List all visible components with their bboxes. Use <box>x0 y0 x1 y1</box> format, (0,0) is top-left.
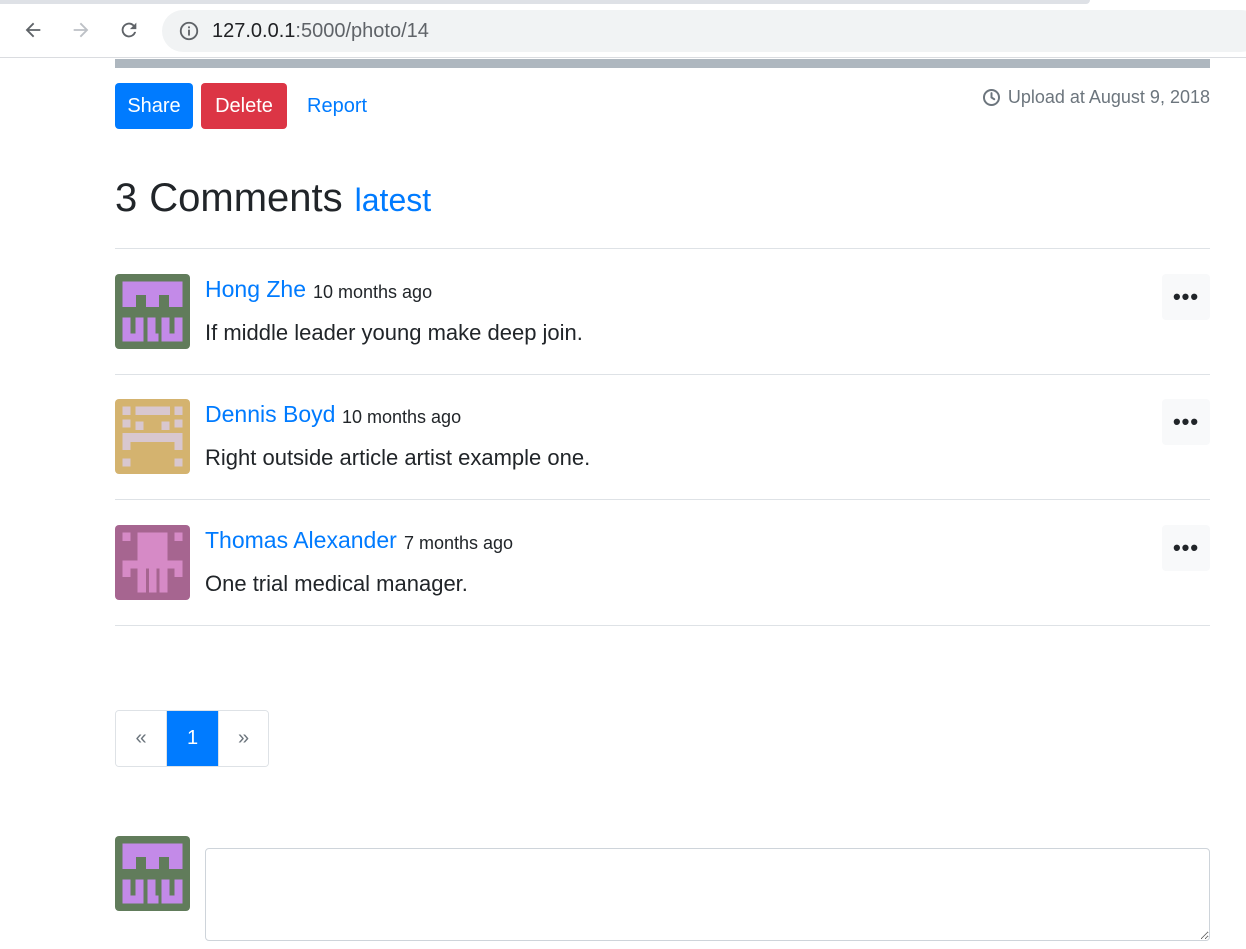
pagination-previous[interactable]: « <box>116 711 166 766</box>
divider <box>115 248 1210 249</box>
arrow-left-icon <box>25 22 41 38</box>
avatar[interactable] <box>115 399 190 474</box>
comment-item: Thomas Alexander 7 months ago One trial … <box>115 525 1210 650</box>
avatar[interactable] <box>115 274 190 349</box>
comment-item: Hong Zhe 10 months ago If middle leader … <box>115 274 1210 399</box>
url-host: 127.0.0.1 <box>212 19 296 42</box>
upload-date-text: Upload at August 9, 2018 <box>1007 87 1210 107</box>
comment-options-button[interactable]: ••• <box>1162 525 1210 571</box>
url-text: 127.0.0.1:5000/photo/14 <box>212 20 429 43</box>
browser-toolbar: 127.0.0.1:5000/photo/14 <box>0 0 1246 58</box>
pagination-page-1[interactable]: 1 <box>166 711 218 766</box>
comment-author[interactable]: Hong Zhe <box>205 276 306 303</box>
sort-latest-link[interactable]: latest <box>355 182 431 219</box>
report-link[interactable]: Report <box>307 95 367 118</box>
arrow-right-icon <box>73 22 89 38</box>
tab-strip-edge <box>0 0 1090 4</box>
back-button[interactable] <box>18 15 48 45</box>
photo-image <box>115 59 1210 68</box>
current-user-avatar <box>115 836 190 911</box>
comments-heading-label: Comments <box>149 176 343 220</box>
url-path: :5000/photo/14 <box>295 19 429 42</box>
divider <box>115 374 1210 375</box>
comment-textarea[interactable] <box>205 848 1210 941</box>
avatar[interactable] <box>115 525 190 600</box>
reload-button[interactable] <box>114 15 144 45</box>
divider <box>115 499 1210 500</box>
address-bar[interactable]: 127.0.0.1:5000/photo/14 <box>162 10 1246 52</box>
comments-heading: 3 Comments latest <box>115 176 431 221</box>
upload-date: Upload at August 9, 2018 <box>982 87 1210 108</box>
reload-icon <box>121 22 137 38</box>
comment-timestamp: 7 months ago <box>404 533 514 553</box>
share-button[interactable]: Share <box>115 83 193 129</box>
comment-body: Right outside article artist example one… <box>205 445 591 470</box>
comment-body: One trial medical manager. <box>205 571 468 596</box>
delete-button[interactable]: Delete <box>201 83 287 129</box>
comment-author[interactable]: Thomas Alexander <box>205 527 397 554</box>
comments-count: 3 <box>115 176 138 220</box>
comment-item: Dennis Boyd 10 months ago Right outside … <box>115 399 1210 524</box>
comment-author[interactable]: Dennis Boyd <box>205 401 335 428</box>
forward-button[interactable] <box>66 15 96 45</box>
clock-icon <box>982 88 1000 107</box>
comment-options-button[interactable]: ••• <box>1162 399 1210 445</box>
comment-timestamp: 10 months ago <box>342 407 462 427</box>
pagination-next[interactable]: » <box>218 711 268 766</box>
info-icon[interactable] <box>178 20 200 42</box>
comment-options-button[interactable]: ••• <box>1162 274 1210 320</box>
pagination: « 1 » <box>115 710 269 767</box>
divider <box>115 625 1210 626</box>
comment-timestamp: 10 months ago <box>313 282 433 302</box>
comment-body: If middle leader young make deep join. <box>205 320 583 345</box>
